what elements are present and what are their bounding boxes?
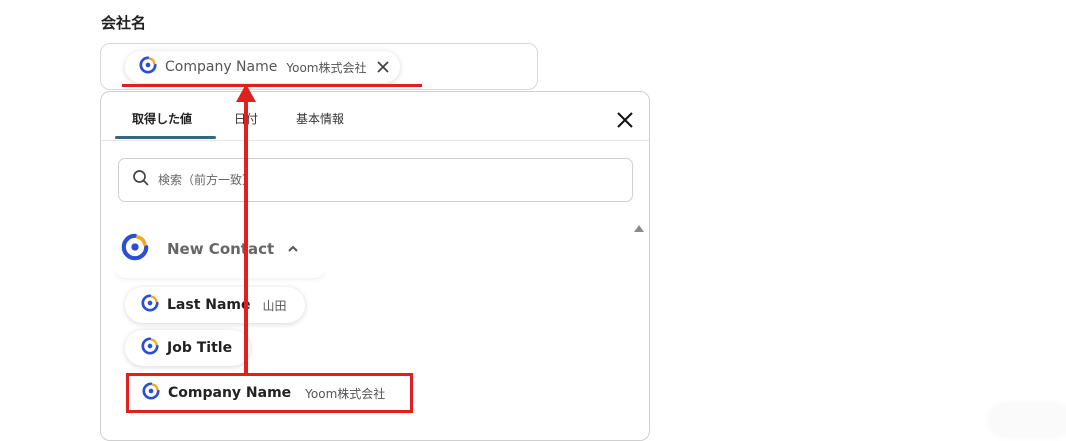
close-icon[interactable] [614,109,636,131]
app-logo-icon [121,233,149,265]
chip-name: Company Name [165,59,278,75]
app-logo-icon [139,56,157,78]
item-name: Last Name [167,297,251,313]
search-input[interactable] [156,172,600,188]
tab-fetched-values[interactable]: 取得した値 [132,110,192,127]
tab-bar: 取得した値 日付 基本情報 [101,92,649,141]
background-blur [990,405,1066,435]
chip-value: Yoom株式会社 [286,60,367,75]
app-logo-icon [141,337,159,359]
active-tab-indicator [115,136,216,139]
tab-basic-info[interactable]: 基本情報 [296,110,344,127]
search-icon [132,169,150,191]
scroll-up-arrow[interactable] [634,225,644,232]
item-name: Job Title [167,340,233,356]
app-logo-icon [141,294,159,316]
annotation-arrow-shaft [244,100,248,374]
annotation-underline [122,84,422,87]
group-header-new-contact[interactable]: New Contact [121,233,300,265]
list-item-job-title[interactable]: Job Title [125,330,251,366]
annotation-arrow-head [236,84,256,102]
list-fade [115,268,325,278]
list-item-last-name[interactable]: Last Name 山田 [125,287,305,323]
chevron-up-icon[interactable] [286,242,300,256]
field-label: 会社名 [101,14,147,32]
selected-value-chip[interactable]: Company Name Yoom株式会社 [125,51,401,83]
annotation-highlight-box [126,373,413,413]
item-value: 山田 [262,298,287,313]
search-box[interactable] [118,158,633,202]
remove-chip-icon[interactable] [376,60,390,74]
group-label: New Contact [167,240,275,258]
